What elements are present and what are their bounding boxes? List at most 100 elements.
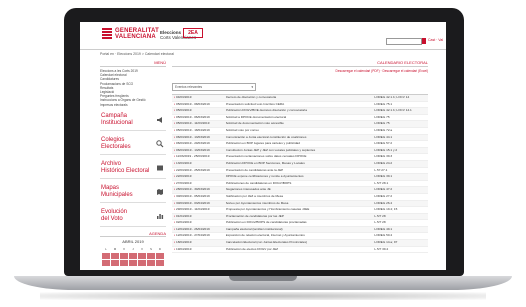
row-description: Solicitud de documentación voto accesibl…	[225, 121, 284, 126]
calendar-grid: L M X J V S D	[100, 246, 166, 266]
calendar-day[interactable]	[156, 259, 164, 266]
calendar-day[interactable]	[102, 252, 110, 259]
row-description: Publicación en BOP lugares para carteles…	[225, 141, 301, 146]
bar-chart-icon	[157, 213, 164, 219]
row-date: ▪ 02/04/2019	[174, 220, 192, 225]
search-input[interactable]	[386, 38, 422, 45]
laptop-shadow	[40, 292, 486, 300]
download-links[interactable]: Descarregar el calendari (PDF) · Descarr…	[172, 69, 428, 73]
sidebar-link[interactable]: Impresos electorals	[100, 103, 166, 107]
tile-archivo[interactable]: Archivo Histórico Electoral	[100, 158, 166, 179]
tile-label: Mapas	[101, 184, 120, 191]
calendar-day-header: D	[158, 246, 162, 251]
calendar-day[interactable]	[138, 252, 146, 259]
sidebar-title: MENÚ	[100, 60, 166, 67]
row-date: ▪ 28/03/2019 - 30/03/2019	[174, 187, 210, 192]
tile-campana[interactable]: Campaña Institucional	[100, 110, 166, 131]
calendar-day[interactable]	[147, 252, 155, 259]
row-law: LOREG 75.1	[374, 101, 393, 106]
row-law: L.57.27.1	[374, 167, 388, 172]
row-date: ▪ 12/04/2019 - 26/04/2019	[174, 226, 210, 231]
row-description: Solicitud a DPOCE documentación electora…	[225, 114, 287, 119]
table-row[interactable]: ▪ 01/04/2019 Proclamación de candidaturas…	[172, 213, 428, 221]
table-row[interactable]: ▪ 06/03/2019 - 13/03/2019 Comunicación a …	[172, 134, 428, 142]
row-law: LOREG 39.3	[374, 154, 393, 159]
language-switch[interactable]: Cast · Val	[428, 38, 443, 42]
row-date: ▪ 05/03/2019 - 11/03/2019	[174, 121, 210, 126]
map-icon	[157, 188, 163, 195]
row-description: Solicitud voto por correo	[225, 127, 259, 132]
row-description: Presentación solicitud voto Inscritos CE…	[225, 101, 285, 106]
calendar-day[interactable]	[111, 259, 119, 266]
row-date: ▪ 05/03/2019 - 06/03/2019	[174, 114, 210, 119]
row-description: Publicación DPOCE en BOP Secciones, Mesa…	[225, 160, 305, 165]
calendar-day[interactable]	[129, 259, 137, 266]
row-date: ▪ 22/03/2019 - 25/03/2019	[174, 167, 210, 172]
tile-evolucion[interactable]: Evolución del Voto	[100, 206, 166, 227]
table-row[interactable]: ▪ 28/03/2019 - 30/03/2019 Alegaciones int…	[172, 187, 428, 194]
table-row[interactable]: ▪ 05/03/2019 - 06/03/2019 Solicitud a DPO…	[172, 115, 428, 122]
table-row[interactable]: ▪ 05/03/2019 Publicación DOGV/BOE decreto…	[172, 108, 428, 115]
laptop-notch	[229, 276, 297, 281]
laptop-mockup: GENERALITAT VALENCIANA Eleccions Corts V…	[0, 0, 526, 307]
logo-line2: VALENCIANA	[115, 34, 156, 40]
calendar-day[interactable]	[156, 252, 164, 259]
table-row[interactable]: ▪ 06/03/2019 - 20/03/2019 Publicación en …	[172, 141, 428, 148]
tile-label: Archivo	[101, 160, 122, 167]
table-row[interactable]: ▪ 30/03/2019 - 05/04/2019 Notificación po…	[172, 194, 428, 201]
table-row[interactable]: ▪ 18/04/2019 Cancelación Electoral (con J…	[172, 240, 428, 247]
calendar-day-header: X	[122, 246, 125, 251]
table-row[interactable]: ▪ 29/03/2019 - 11/04/2019 Propuesta por A…	[172, 207, 428, 214]
table-row[interactable]: ▪ 04/03/2019 Decreto de disolución y conv…	[172, 95, 428, 102]
table-row[interactable]: ▪ 12/04/2019 - 27/04/2019 Exposición de r…	[172, 233, 428, 241]
tile-mapas[interactable]: Mapas Municipales	[100, 182, 166, 203]
header-divider	[80, 49, 446, 50]
table-row[interactable]: ▪ 05/03/2019 - 08/03/2019 Presentación so…	[172, 102, 428, 109]
row-law: LOREG 14.a; 97	[374, 240, 398, 245]
calendar-day-header: M	[113, 246, 117, 251]
row-law: L.5/7 39.2	[374, 246, 389, 251]
sidebar: MENÚ Eleccions a les Corts 2019 Calendar…	[100, 60, 166, 266]
table-row[interactable]: ▪ 05/03/2019 - 18/04/2019 Solicitud voto …	[172, 128, 428, 135]
calendar-day[interactable]	[120, 259, 128, 266]
table-row[interactable]: ▪ 02/04/2019 Publicación en DOGV/BOPS de …	[172, 220, 428, 227]
calendar-day[interactable]	[138, 259, 146, 266]
megaphone-icon	[157, 116, 162, 123]
row-law: LOREG 57.2	[374, 141, 393, 146]
row-law: L.5/7 28.1	[374, 180, 389, 185]
table-row[interactable]: ▪ 05/03/2019 - 11/03/2019 Solicitud de do…	[172, 121, 428, 128]
search-button[interactable]	[422, 38, 426, 44]
calendar-day-header: V	[140, 246, 143, 251]
table-row[interactable]: ▪ 22/03/2019 DPOCE expone certificaciones…	[172, 174, 428, 181]
select-value: Eventos relevantes	[175, 85, 203, 89]
calendar-day[interactable]	[129, 252, 137, 259]
table-row[interactable]: ▪ 12/04/2019 - 26/04/2019 Campaña elector…	[172, 226, 428, 234]
table-row[interactable]: ▪ 19/04/2019 Publicación de electos DOGV …	[172, 247, 428, 254]
calendar-day[interactable]	[120, 252, 128, 259]
table-row[interactable]: ▪ 11/03/2019 - 25/03/2019 Presentación re…	[172, 154, 428, 161]
row-law: LOREG 24.2	[374, 160, 393, 165]
tile-label: Colegios	[101, 136, 125, 143]
table-row[interactable]: ▪ 06/03/2019 - 13/03/2019 Constitución Ju…	[172, 147, 428, 155]
row-law: LOREG 27.2	[374, 193, 393, 198]
tile-label: Electorales	[101, 143, 131, 150]
breadcrumb[interactable]: Portal en · Eleccions 2019 > Calendari e…	[100, 52, 174, 56]
row-description: Constitución Juntas JEP y JEZ con vocale…	[225, 147, 316, 152]
row-date: ▪ 04/03/2019	[174, 95, 192, 99]
row-date: ▪ 01/04/2019	[174, 213, 192, 218]
row-date: ▪ 12/04/2019 - 27/04/2019	[174, 233, 210, 238]
calendar-day[interactable]	[147, 259, 155, 266]
table-row[interactable]: ▪ 13/03/2019 Publicación DPOCE en BOP Sec…	[172, 160, 428, 168]
table-row[interactable]: ▪ 22/03/2019 - 25/03/2019 Presentación de…	[172, 168, 428, 175]
agenda-title: AGENDA	[100, 231, 166, 237]
calendar-day[interactable]	[111, 252, 119, 259]
row-law: LOREG 75	[374, 121, 390, 126]
table-row[interactable]: ▪ 27/03/2019 Publicaciones de candidatura…	[172, 181, 428, 188]
row-law: LOREG 26.4	[374, 200, 393, 205]
generalitat-logo-icon[interactable]	[102, 28, 112, 42]
calendar-day[interactable]	[102, 259, 110, 266]
events-filter-select[interactable]: Eventos relevantes ▾	[172, 83, 256, 91]
table-row[interactable]: ▪ 30/03/2019 - 03/04/2019 Sorteo por Ayun…	[172, 200, 428, 208]
row-description: DPOCE expone certificaciones y remite a …	[225, 174, 304, 179]
tile-colegios[interactable]: Colegios Electorales	[100, 134, 166, 155]
